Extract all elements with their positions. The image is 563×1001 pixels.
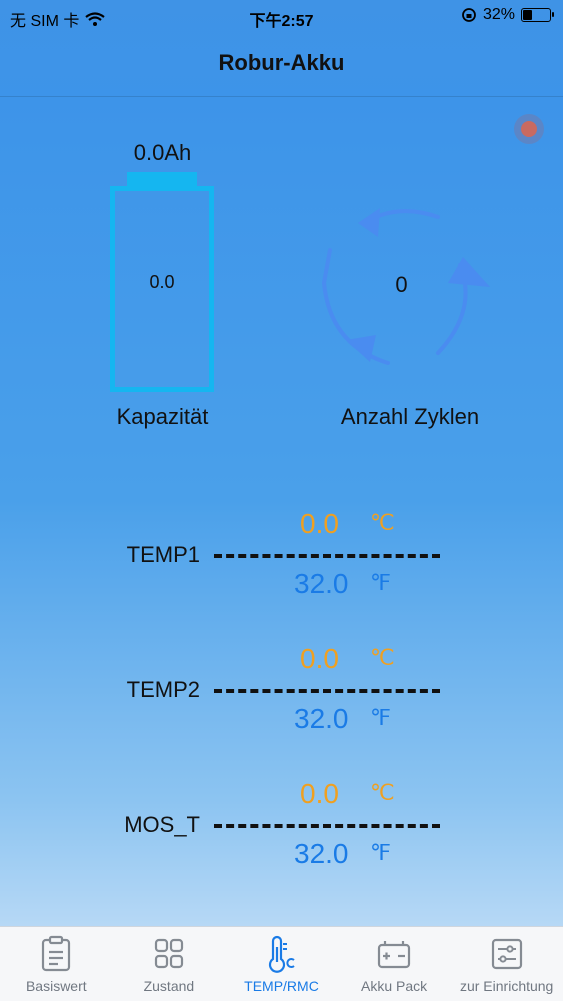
- fahrenheit-value: 32.0: [294, 703, 349, 734]
- tab-label: Akku Pack: [361, 978, 428, 994]
- cycle-label: Anzahl Zyklen: [340, 404, 480, 429]
- celsius-value: 0.0: [300, 643, 339, 674]
- battery-icon: [521, 8, 554, 22]
- nav-bar: Robur-Akku: [0, 32, 563, 97]
- record-icon[interactable]: [514, 114, 544, 144]
- fahrenheit-value: 32.0: [294, 568, 349, 599]
- celsius-value: 0.0: [300, 778, 339, 809]
- settings-sliders-icon: [491, 938, 522, 970]
- tab-akku-pack[interactable]: Akku Pack: [338, 927, 451, 1001]
- capacity-label: Kapazität: [116, 404, 209, 429]
- temp-row-mos-t: MOS_T 0.0 ℃ 32.0 ℉: [0, 778, 563, 878]
- temp-row-temp2: TEMP2 0.0 ℃ 32.0 ℉: [0, 643, 563, 743]
- capacity-value: 0.0Ah: [133, 140, 192, 165]
- capacity-inner-value: 0.0: [149, 272, 175, 292]
- celsius-unit: ℃: [370, 510, 395, 535]
- orientation-lock-icon: [462, 8, 476, 22]
- thermometer-icon: [269, 935, 296, 973]
- fahrenheit-unit: ℉: [370, 570, 391, 595]
- temp-name: TEMP1: [126, 542, 200, 567]
- tab-label: Zustand: [143, 978, 195, 994]
- tab-basiswert[interactable]: Basiswert: [0, 927, 113, 1001]
- dashed-divider: [214, 554, 440, 558]
- fahrenheit-unit: ℉: [370, 840, 391, 865]
- temp-row-temp1: TEMP1 0.0 ℃ 32.0 ℉: [0, 508, 563, 608]
- temp-name: MOS_T: [124, 812, 200, 837]
- tab-label: TEMP/RMC: [244, 978, 319, 994]
- celsius-value: 0.0: [300, 508, 339, 539]
- celsius-unit: ℃: [370, 780, 395, 805]
- battery-pack-icon: [377, 941, 411, 969]
- dashed-divider: [214, 824, 440, 828]
- temp-name: TEMP2: [126, 677, 200, 702]
- grid-icon: [154, 938, 183, 969]
- fahrenheit-unit: ℉: [370, 705, 391, 730]
- status-bar: 无 SIM 卡 下午2:57 32%: [0, 0, 563, 32]
- tab-label: Basiswert: [25, 978, 87, 994]
- celsius-unit: ℃: [370, 645, 395, 670]
- clipboard-icon: [42, 935, 71, 972]
- tab-zur-einrichtung[interactable]: zur Einrichtung: [450, 927, 563, 1001]
- tab-bar: Basiswert Zustand TEMP/RMC Akku Pack zur…: [0, 926, 563, 1001]
- fahrenheit-value: 32.0: [294, 838, 349, 869]
- tab-temp-rmc[interactable]: TEMP/RMC: [225, 927, 338, 1001]
- dashed-divider: [214, 689, 440, 693]
- tab-zustand[interactable]: Zustand: [113, 927, 226, 1001]
- capacity-battery-terminal: [127, 172, 197, 186]
- page-title: Robur-Akku: [218, 50, 345, 75]
- tab-label: zur Einrichtung: [459, 978, 554, 994]
- cycle-count: 0: [395, 272, 408, 297]
- battery-percent: 32%: [482, 6, 515, 23]
